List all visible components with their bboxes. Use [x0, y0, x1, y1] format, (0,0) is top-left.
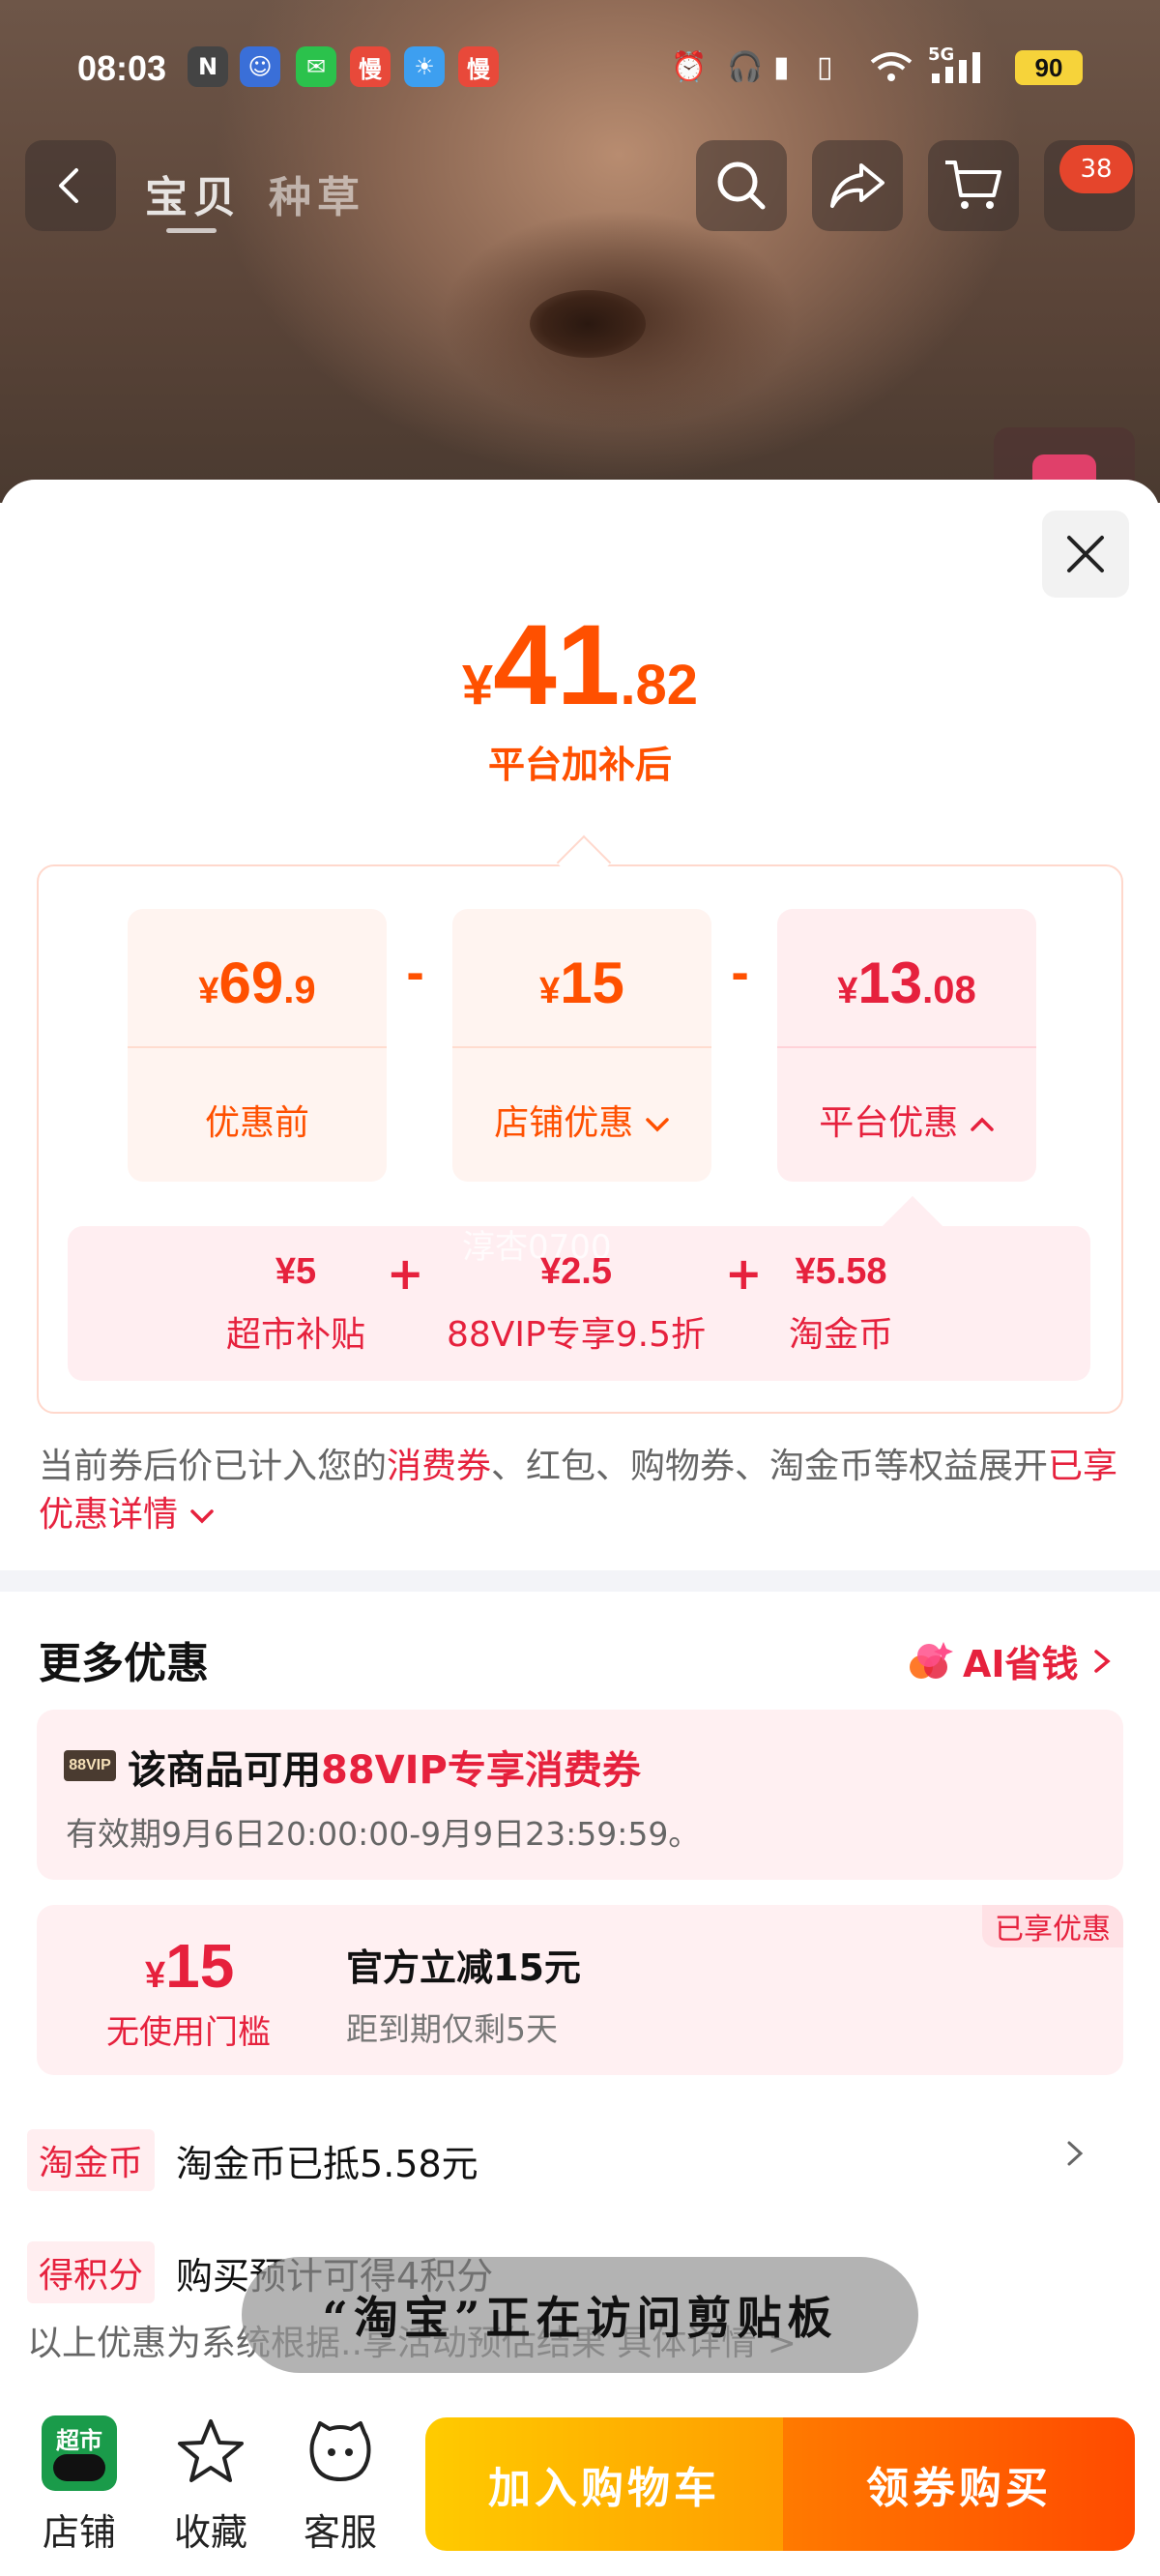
vibrate-icon: ▯ [817, 50, 833, 84]
share-button[interactable] [812, 140, 903, 231]
card-integer: 69 [218, 951, 284, 1015]
final-price: ¥41.82 [0, 600, 1160, 731]
wechat-icon: ✉ [296, 46, 336, 87]
close-icon [1067, 536, 1104, 572]
price-currency: ¥ [461, 654, 494, 717]
clipboard-toast: “淘宝”正在访问剪贴板 [242, 2257, 918, 2373]
manman-app-icon: 慢 [350, 46, 391, 87]
kids-app-icon: ☺ [240, 46, 280, 87]
taojinbi-row[interactable]: 淘金币 淘金币已抵5.58元 [27, 2129, 478, 2191]
minus-operator: - [731, 948, 750, 1000]
chevron-right-icon[interactable] [1063, 2137, 1087, 2170]
more-offers-title: 更多优惠 [39, 1639, 209, 1688]
points-tag: 得积分 [27, 2241, 156, 2303]
back-arrow-icon [59, 168, 78, 203]
tmall-supermarket-icon: 超市 [42, 2415, 117, 2491]
favorite-label: 收藏 [173, 2511, 247, 2554]
share-icon [830, 163, 884, 208]
vip-coupon-validity: 有效期9月6日20:00:00-9月9日23:59:59。 [66, 1815, 701, 1853]
coupon-condition: 无使用门槛 [106, 2013, 271, 2052]
section-divider [0, 1570, 1160, 1592]
ai-save-money-label: AI省钱 [963, 1643, 1079, 1685]
customer-service-label: 客服 [303, 2511, 377, 2554]
price-subtitle: 平台加补后 [487, 744, 672, 786]
weather-icon: ☀ [404, 46, 445, 87]
coupon-applied-tag: 已享优惠 [982, 1905, 1123, 1947]
tab-baby[interactable]: 宝贝 [145, 162, 242, 224]
price-note: 当前券后价已计入您的消费券、红包、购物券、淘金币等权益展开已享优惠详情 [39, 1447, 1118, 1535]
favorite-button[interactable]: 收藏 [162, 2415, 259, 2556]
wifi-icon [870, 50, 913, 91]
subsidy-taojinbi: ¥5.58 淘金币 [788, 1251, 893, 1355]
headphones-icon: 🎧 [727, 50, 764, 84]
plus-operator: + [387, 1247, 424, 1300]
platform-discount-card[interactable]: ¥13.08 平台优惠 [777, 909, 1036, 1182]
status-time: 08:03 [77, 48, 167, 88]
price-integer: 41 [493, 601, 621, 729]
ai-sparkle-icon [910, 1641, 953, 1679]
taojinbi-text: 淘金币已抵5.58元 [176, 2142, 478, 2185]
minus-operator: - [406, 948, 425, 1000]
card-currency: ¥ [198, 971, 219, 1011]
customer-service-icon [309, 2421, 371, 2481]
add-to-cart-button[interactable]: 加入购物车 [425, 2417, 783, 2551]
card-decimal: .08 [922, 969, 976, 1011]
coupon-title: 官方立减15元 [346, 1947, 581, 1989]
customer-service-button[interactable]: 客服 [292, 2415, 389, 2556]
card-decimal: .9 [283, 969, 316, 1011]
store-label: 店铺 [42, 2511, 116, 2554]
subsidy-88vip: ¥2.5 88VIP专享9.5折 [446, 1251, 706, 1355]
card-label: 优惠前 [204, 1103, 309, 1143]
alarm-icon: ⏰ [671, 50, 708, 84]
close-button[interactable] [1042, 511, 1129, 598]
chevron-down-icon[interactable] [188, 1507, 216, 1526]
photo-detail [530, 290, 646, 358]
store-discount-card[interactable]: ¥15 店铺优惠 [452, 909, 711, 1182]
card-currency: ¥ [837, 971, 858, 1011]
battery-indicator: 90 [1015, 50, 1083, 85]
chevron-right-icon [1093, 1649, 1111, 1673]
signal-icon [930, 50, 994, 91]
search-icon [717, 161, 766, 210]
card-integer: 13 [857, 951, 923, 1015]
cart-count-badge: 38 [1059, 145, 1133, 193]
88vip-badge: 88VIP [64, 1750, 116, 1781]
consumer-coupon-link[interactable]: 消费券 [387, 1447, 491, 1486]
cart-icon [945, 161, 1001, 209]
claim-coupon-buy-button[interactable]: 领券购买 [783, 2417, 1135, 2551]
star-icon [178, 2419, 244, 2482]
status-bar: 08:03 N ☺ ✉ 慢 ☀ 慢 ⏰ 🎧 ▮ ▯ 5G 90 [0, 0, 1160, 135]
coupon-expiry: 距到期仅剩5天 [346, 2010, 558, 2048]
card-label: 店铺优惠 [452, 1095, 711, 1145]
store-button[interactable]: 超市 店铺 [31, 2415, 128, 2556]
back-button[interactable] [25, 140, 116, 231]
card-integer: 15 [560, 951, 624, 1015]
chevron-up-icon [970, 1117, 994, 1131]
ai-save-money-button[interactable]: AI省钱 [905, 1634, 1114, 1687]
plus-operator: + [725, 1247, 763, 1300]
chevron-down-icon [645, 1118, 669, 1132]
coupon-amount: ¥15 [145, 1931, 235, 2001]
manman-app-icon: 慢 [458, 46, 499, 87]
card-label: 平台优惠 [777, 1095, 1036, 1145]
nfc-icon: N [188, 46, 228, 87]
vip-coupon-title: 该商品可用88VIP专享消费券 [128, 1748, 641, 1793]
vibrate-icon: ▮ [773, 50, 790, 84]
card-currency: ¥ [539, 971, 561, 1011]
tab-seeding[interactable]: 种草 [269, 162, 365, 224]
subsidy-supermarket: ¥5 超市补贴 [225, 1251, 365, 1355]
taojinbi-tag: 淘金币 [27, 2129, 156, 2191]
search-button[interactable] [696, 140, 787, 231]
original-price-card: ¥69.9 优惠前 [128, 909, 387, 1182]
cart-button[interactable] [928, 140, 1019, 231]
active-tab-indicator [166, 228, 217, 233]
price-decimal: .82 [620, 654, 699, 717]
